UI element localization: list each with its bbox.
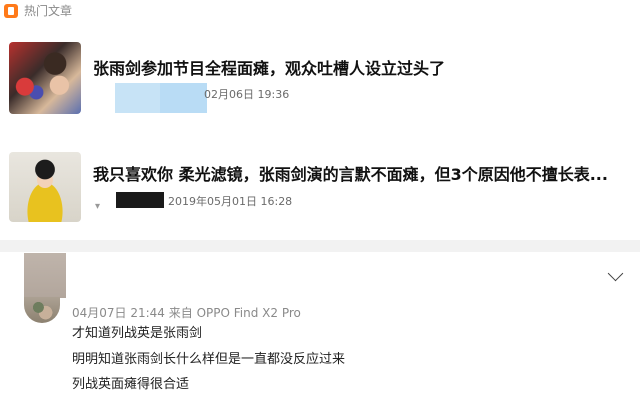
redacted-avatar <box>24 253 66 298</box>
author-marker-icon: ▾ <box>95 201 101 212</box>
section-title: 热门文章 <box>24 4 73 18</box>
hot-articles-icon <box>4 4 18 18</box>
comment-line: 明明知道张雨剑长什么样但是一直都没反应过来 <box>72 352 346 367</box>
redacted-author <box>116 192 164 208</box>
article-title[interactable]: 我只喜欢你 柔光滤镜，张雨剑演的言默不面瘫，但3个原因他不擅长表... <box>93 164 608 186</box>
comment-meta: 04月07日 21:44 来自 OPPO Find X2 Pro <box>72 306 301 320</box>
comment-line: 才知道列战英是张雨剑 <box>72 326 203 341</box>
avatar[interactable] <box>24 297 60 323</box>
article-thumbnail[interactable] <box>9 42 81 114</box>
article-date: 2019年05月01日 16:28 <box>168 195 293 208</box>
article-title[interactable]: 张雨剑参加节目全程面瘫，观众吐槽人设立过头了 <box>93 58 445 80</box>
section-divider <box>0 240 640 252</box>
comment-line: 列战英面瘫得很合适 <box>72 377 190 392</box>
article-thumbnail[interactable] <box>9 152 81 222</box>
chevron-down-icon[interactable] <box>607 265 624 282</box>
article-date: 02月06日 19:36 <box>204 88 290 101</box>
redacted-author <box>160 83 207 113</box>
